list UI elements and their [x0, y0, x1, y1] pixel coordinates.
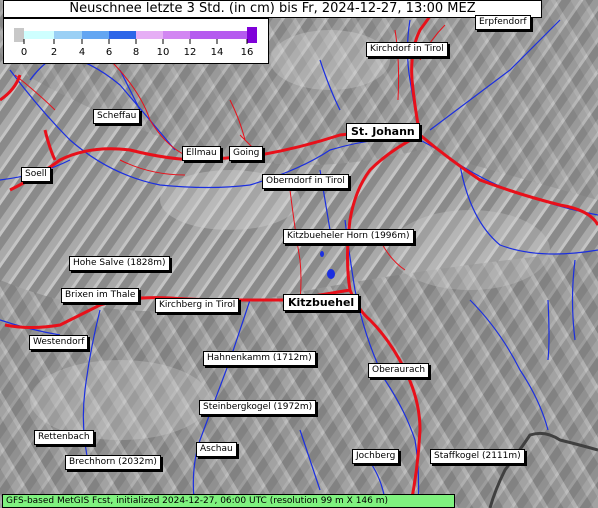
map[interactable]: Neuschnee letzte 3 Std. (in cm) bis Fr, …	[0, 0, 598, 508]
legend-colorbar	[14, 27, 257, 44]
legend-swatch-14-16	[217, 31, 247, 39]
legend-swatch-10-12	[163, 31, 190, 39]
place-label-brechhorn[interactable]: Brechhorn (2032m)	[65, 455, 161, 470]
place-label-erpfendorf[interactable]: Erpfendorf	[475, 15, 531, 30]
place-label-ellmau[interactable]: Ellmau	[182, 146, 221, 161]
legend-tick: 4	[78, 47, 86, 58]
place-label-hahnenkamm[interactable]: Hahnenkamm (1712m)	[203, 351, 316, 366]
place-label-oberndorf[interactable]: Oberndorf in Tirol	[262, 174, 349, 189]
snowfall-legend: 0 2 4 6 8 10 12 14 16	[3, 18, 269, 64]
place-label-going[interactable]: Going	[229, 146, 264, 161]
place-label-soell[interactable]: Soell	[21, 167, 51, 182]
place-label-hohe-salve[interactable]: Hohe Salve (1828m)	[69, 256, 170, 271]
legend-swatch-2-4	[54, 31, 82, 39]
place-label-jochberg[interactable]: Jochberg	[352, 449, 400, 464]
legend-swatch-8-10	[136, 31, 163, 39]
place-label-oberaurach[interactable]: Oberaurach	[368, 363, 430, 378]
place-label-st-johann[interactable]: St. Johann	[346, 123, 420, 140]
place-label-kirchdorf[interactable]: Kirchdorf in Tirol	[366, 42, 448, 57]
legend-swatch-6-8	[109, 31, 136, 39]
legend-tick: 0	[20, 47, 28, 58]
legend-swatch-0-2	[24, 31, 54, 39]
forecast-info-footer: GFS-based MetGIS Fcst, initialized 2024-…	[2, 494, 455, 508]
legend-swatch-below-0	[14, 28, 24, 42]
place-label-rettenbach[interactable]: Rettenbach	[34, 430, 94, 445]
place-label-scheffau[interactable]: Scheffau	[93, 109, 141, 124]
legend-tick: 16	[240, 47, 254, 58]
legend-tick: 2	[50, 47, 58, 58]
legend-swatch-above-16	[247, 27, 257, 43]
place-label-steinbergkogel[interactable]: Steinbergkogel (1972m)	[199, 400, 317, 415]
legend-swatch-4-6	[82, 31, 109, 39]
legend-tick: 6	[105, 47, 113, 58]
place-label-brixen[interactable]: Brixen im Thale	[61, 288, 140, 303]
place-label-kitzbuehel[interactable]: Kitzbuehel	[283, 294, 360, 311]
legend-tick: 12	[183, 47, 197, 58]
legend-tick: 14	[210, 47, 224, 58]
legend-tick: 8	[132, 47, 140, 58]
place-label-westendorf[interactable]: Westendorf	[29, 335, 89, 350]
place-label-staffkogel[interactable]: Staffkogel (2111m)	[430, 449, 525, 464]
place-label-kirchberg[interactable]: Kirchberg in Tirol	[155, 298, 240, 313]
place-label-kitzbueheler-horn[interactable]: Kitzbueheler Horn (1996m)	[283, 229, 414, 244]
map-title: Neuschnee letzte 3 Std. (in cm) bis Fr, …	[3, 0, 542, 18]
legend-swatch-12-14	[190, 31, 217, 39]
legend-tick: 10	[156, 47, 170, 58]
place-label-aschau[interactable]: Aschau	[196, 442, 237, 457]
